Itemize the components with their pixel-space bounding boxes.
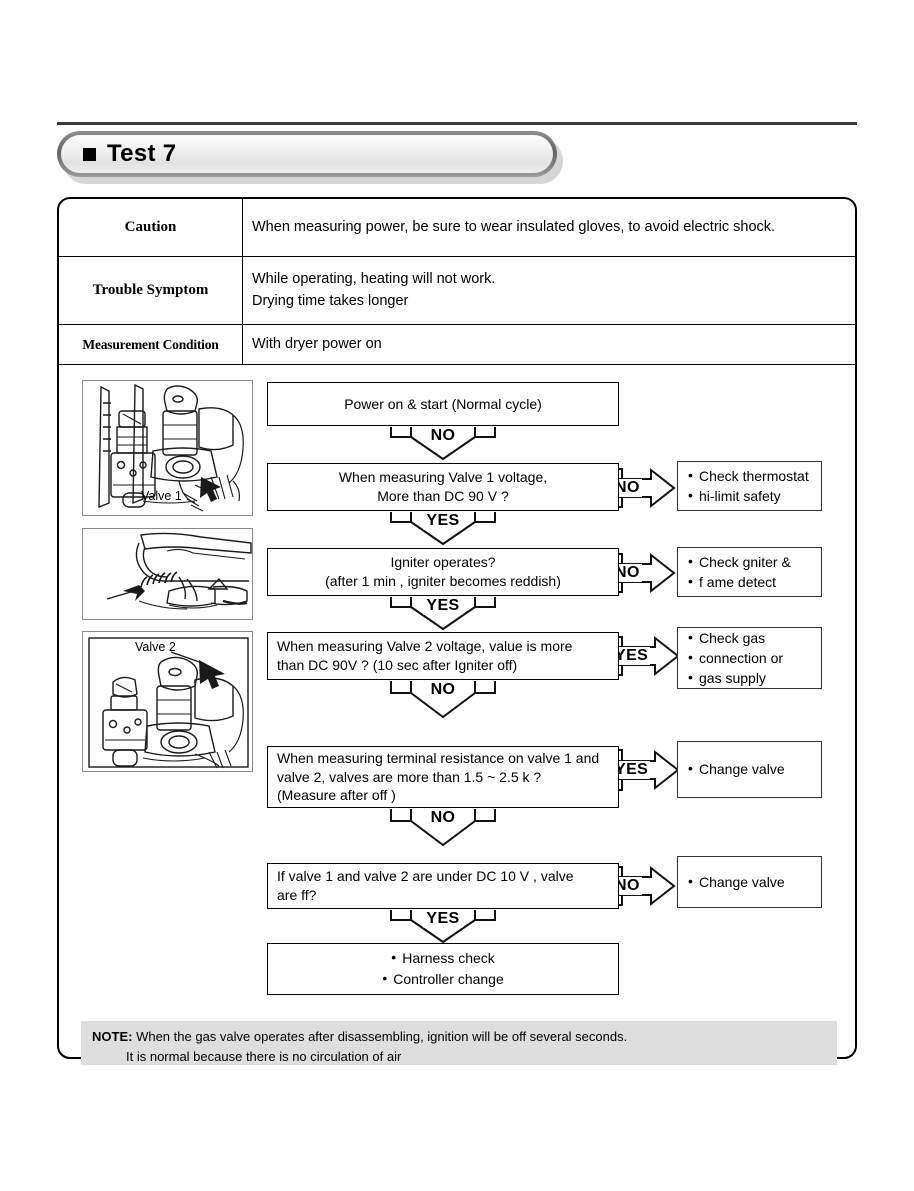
table-row-trouble-symptom: Trouble Symptom While operating, heating… <box>59 257 855 325</box>
igniter-illustration <box>106 532 252 610</box>
final-action-1: Harness check <box>391 947 495 969</box>
note-header: NOTE: <box>92 1029 133 1044</box>
flow-step-igniter-operates: Igniter operates? (after 1 min , igniter… <box>267 548 619 596</box>
table-row-measurement-condition: Measurement Condition With dryer power o… <box>59 325 855 365</box>
test-panel: Caution When measuring power, be sure to… <box>57 197 859 1065</box>
troubleshooting-flowchart: Valve 1 Valve 2 Power on & start (Normal… <box>59 366 859 1061</box>
check-thermostat-line2-text: hi-limit safety <box>699 488 781 504</box>
check-thermostat-line2: • hi-limit safety <box>688 485 809 506</box>
check-igniter-line1: Check gniter & <box>688 551 791 572</box>
section-title-badge: Test 7 <box>57 131 563 184</box>
badge-inner-surface: Test 7 <box>61 135 553 173</box>
connector-igniter-no-right: NO <box>611 552 677 594</box>
valve2-voltage-line1: When measuring Valve 2 voltage, value is… <box>277 638 573 655</box>
trouble-symptom-label: Trouble Symptom <box>59 257 243 324</box>
flow-step-final-actions: Harness check Controller change <box>267 943 619 995</box>
connector-resistance-yes-right: YES <box>611 748 681 792</box>
flow-step-valve2-voltage: When measuring Valve 2 voltage, value is… <box>267 632 619 680</box>
photo-caption-valve-2: Valve 2 <box>135 640 176 654</box>
flow-step-start: Power on & start (Normal cycle) <box>267 382 619 426</box>
connector-igniter-yes: YES <box>389 596 497 632</box>
igniter-operates-line2: (after 1 min , igniter becomes reddish) <box>325 573 561 589</box>
check-gas-line2: • connection or <box>688 647 784 668</box>
connector-dc10v-yes: YES <box>389 909 497 945</box>
connector-label-no: NO <box>427 809 459 827</box>
black-square-icon <box>83 147 96 161</box>
check-gas-line1: Check gas <box>688 627 783 648</box>
caution-label: Caution <box>59 199 243 256</box>
connector-start-to-valve1: NO <box>389 426 497 462</box>
valve2-voltage-line2: than DC 90V ? (10 sec after Igniter off) <box>277 657 518 673</box>
note-line2: It is normal because there is no circula… <box>126 1049 402 1065</box>
flow-step-valve1-voltage: When measuring Valve 1 voltage, More tha… <box>267 463 619 511</box>
under-dc10v-line1: If valve 1 and valve 2 are under DC 10 V… <box>277 868 574 885</box>
photo-valve-2: Valve 2 <box>82 631 253 772</box>
igniter-operates-line1: Igniter operates? <box>390 554 496 571</box>
photo-valve-1: Valve 1 <box>82 380 253 516</box>
flow-step-terminal-resistance: When measuring terminal resistance on va… <box>267 746 619 808</box>
connector-valve2-yes-right: YES <box>611 635 681 677</box>
connector-dc10v-no-right: NO <box>611 865 677 907</box>
check-igniter-line2: • f ame detect <box>688 571 791 592</box>
connector-label-yes: YES <box>423 910 463 928</box>
measurement-condition-label: Measurement Condition <box>59 325 243 364</box>
final-action-2: Controller change <box>382 968 504 990</box>
table-row-caution: Caution When measuring power, be sure to… <box>59 199 855 257</box>
note-line1: NOTE: When the gas valve operates after … <box>92 1027 837 1047</box>
change-valve-2-text: Change valve <box>688 871 785 892</box>
badge-outer-frame: Test 7 <box>57 131 557 177</box>
check-thermostat-line1: Check thermostat <box>688 465 809 486</box>
flow-step-under-dc10v: If valve 1 and valve 2 are under DC 10 V… <box>267 863 619 909</box>
result-check-igniter: Check gniter & • f ame detect <box>677 547 822 597</box>
photo-igniter <box>82 528 253 620</box>
connector-valve2-no: NO <box>389 680 497 720</box>
connector-label-yes: YES <box>423 512 463 530</box>
terminal-resistance-line2: valve 2, valves are more than 1.5 ~ 2.5 … <box>277 768 542 785</box>
connector-label-no: NO <box>427 427 459 445</box>
flow-step-start-text: Power on & start (Normal cycle) <box>344 395 542 412</box>
note-line1-text: When the gas valve operates after disass… <box>136 1029 628 1044</box>
measurement-condition-value: With dryer power on <box>252 335 382 352</box>
page-title: Test 7 <box>107 140 177 167</box>
connector-resistance-no: NO <box>389 808 497 848</box>
terminal-resistance-line3: (Measure after off ) <box>277 787 396 804</box>
trouble-symptom-line2: Drying time takes longer <box>252 292 409 309</box>
result-change-valve-1: Change valve <box>677 741 822 798</box>
check-igniter-line2-text: f ame detect <box>699 574 777 590</box>
trouble-symptom-line1: While operating, heating will not work. <box>252 271 496 288</box>
connector-valve1-yes: YES <box>389 511 497 547</box>
check-gas-line3: • gas supply <box>688 667 783 688</box>
connector-label-yes: YES <box>423 597 463 615</box>
result-check-thermostat: Check thermostat • hi-limit safety <box>677 461 822 511</box>
caution-value: When measuring power, be sure to wear in… <box>252 218 776 235</box>
change-valve-1-text: Change valve <box>688 758 785 779</box>
info-table: Caution When measuring power, be sure to… <box>59 199 855 365</box>
note-box: NOTE: When the gas valve operates after … <box>81 1021 837 1065</box>
connector-valve1-no-right: NO <box>611 467 677 509</box>
check-gas-line2-text: connection or <box>699 649 784 666</box>
top-horizontal-rule <box>57 122 857 125</box>
trouble-symptom-value: While operating, heating will not work. … <box>243 257 855 324</box>
result-change-valve-2: Change valve <box>677 856 822 908</box>
photo-caption-valve-1: Valve 1 <box>141 489 182 503</box>
result-check-gas: Check gas • connection or • gas supply <box>677 627 822 689</box>
valve1-voltage-line2: More than DC 90 V ? <box>377 488 509 504</box>
valve1-voltage-line1: When measuring Valve 1 voltage, <box>338 469 548 486</box>
terminal-resistance-line1: When measuring terminal resistance on va… <box>277 749 600 766</box>
check-gas-line3-text: gas supply <box>699 670 766 687</box>
under-dc10v-line2: are ff? <box>277 887 317 903</box>
connector-label-no: NO <box>427 681 459 699</box>
